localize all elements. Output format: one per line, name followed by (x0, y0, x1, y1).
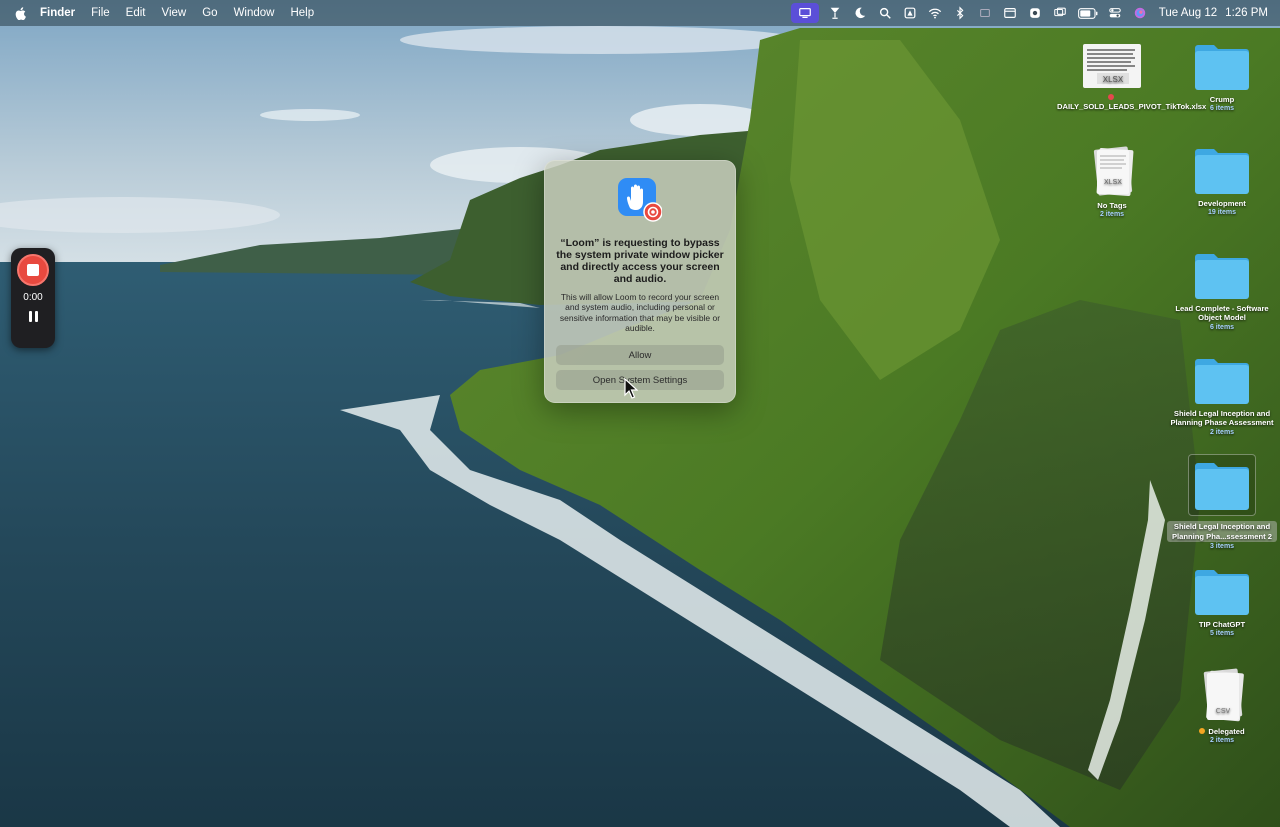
desktop-folder-crump[interactable]: Crump 6 items (1167, 42, 1277, 114)
loom-recording-controls: 0:00 (11, 248, 55, 348)
desktop-file-daily-sold-leads[interactable]: XLSX DAILY_SOLD_LEADS_PIVOT_TikTok.xlsx (1057, 42, 1206, 112)
folder-icon (1195, 570, 1249, 615)
display-icon[interactable] (1048, 0, 1073, 26)
apple-menu-icon[interactable] (0, 6, 40, 21)
svg-text:XLSX: XLSX (1103, 75, 1124, 84)
folder-icon (1195, 254, 1249, 299)
battery-icon[interactable] (1073, 0, 1103, 26)
mouse-cursor-icon (624, 378, 638, 399)
item-count: 2 items (1099, 211, 1125, 219)
desktop-folder-tip-chatgpt[interactable]: TIP ChatGPT 5 items (1167, 567, 1277, 639)
folder-name: Development (1198, 199, 1246, 208)
siri-icon[interactable] (1128, 0, 1153, 26)
menu-help[interactable]: Help (282, 7, 322, 19)
item-count: 6 items (1209, 323, 1235, 331)
menu-go[interactable]: Go (194, 7, 225, 19)
folder-name: TIP ChatGPT (1198, 620, 1246, 629)
item-count: 2 items (1209, 428, 1235, 436)
svg-text:XLSX: XLSX (1104, 179, 1122, 186)
file-stack-icon: XLSX (1093, 146, 1134, 196)
screen-mirroring-icon[interactable] (790, 3, 819, 23)
desktop-stack-delegated[interactable]: CSV Delegated 2 items (1167, 668, 1277, 746)
menu-edit[interactable]: Edit (118, 7, 154, 19)
item-count: 19 items (1207, 209, 1237, 217)
red-tag-icon (1107, 94, 1114, 100)
loom-pause-button[interactable] (28, 311, 38, 322)
folder-name: Crump (1209, 95, 1235, 104)
item-count: 5 items (1209, 630, 1235, 638)
orange-tag-icon (1199, 728, 1206, 734)
dot-icon[interactable] (898, 0, 923, 26)
allow-button[interactable]: Allow (556, 345, 724, 365)
folder-name: Lead Complete - Software Object Model (1175, 304, 1269, 323)
dialog-title: “Loom” is requesting to bypass the syste… (556, 237, 724, 285)
menu-clock[interactable]: Tue Aug 12 1:26 PM (1153, 7, 1280, 19)
moon-icon[interactable] (848, 0, 873, 26)
cocktail-icon[interactable] (823, 0, 848, 26)
stop-icon (27, 264, 39, 276)
folder-icon (1195, 149, 1249, 194)
open-system-settings-button[interactable]: Open System Settings (556, 370, 724, 390)
pause-icon (28, 311, 32, 322)
folder-icon (1195, 359, 1249, 404)
loom-stop-button[interactable] (17, 254, 49, 286)
menu-window[interactable]: Window (226, 7, 283, 19)
folder-name: Shield Legal Inception and Planning Phas… (1170, 409, 1274, 428)
spreadsheet-file-icon: XLSX (1083, 44, 1141, 88)
bluetooth-icon[interactable] (948, 0, 973, 26)
menu-view[interactable]: View (154, 7, 195, 19)
desktop-folder-shield-legal-2[interactable]: Shield Legal Inception and Planning Pha.… (1167, 454, 1277, 551)
clock-time: 1:26 PM (1225, 7, 1268, 19)
wifi-icon[interactable] (923, 0, 948, 26)
menu-app-finder[interactable]: Finder (40, 7, 83, 19)
privacy-hand-icon (618, 178, 662, 222)
desktop-wallpaper (0, 0, 1280, 827)
grid-icon[interactable] (973, 0, 998, 26)
stack-name: No Tags (1097, 201, 1127, 210)
folder-name: Shield Legal Inception and Planning Pha.… (1167, 521, 1277, 542)
search-icon[interactable] (873, 0, 898, 26)
menu-file[interactable]: File (83, 7, 118, 19)
desktop-folder-development[interactable]: Development 19 items (1167, 146, 1277, 218)
stack-name: Delegated (1208, 727, 1245, 736)
file-stack-icon: CSV (1203, 668, 1244, 722)
status-icons (790, 0, 1153, 26)
loom-timer: 0:00 (23, 292, 43, 303)
loom-permission-dialog: “Loom” is requesting to bypass the syste… (544, 160, 736, 403)
svg-text:CSV: CSV (1216, 708, 1231, 715)
desktop-folder-lead-complete[interactable]: Lead Complete - Software Object Model 6 … (1167, 251, 1277, 332)
clock-date: Tue Aug 12 (1158, 7, 1218, 19)
window-icon[interactable] (998, 0, 1023, 26)
dialog-message: This will allow Loom to record your scre… (559, 292, 721, 333)
gear-icon[interactable] (1023, 0, 1048, 26)
item-count: 3 items (1209, 542, 1235, 550)
control-center-icon[interactable] (1103, 0, 1128, 26)
item-count: 2 items (1209, 737, 1235, 745)
folder-icon (1195, 45, 1249, 90)
folder-icon (1195, 463, 1249, 510)
item-count: 6 items (1209, 105, 1235, 113)
desktop-stack-no-tags[interactable]: XLSX No Tags 2 items (1057, 146, 1167, 220)
menu-bar: Finder File Edit View Go Window Help Tue… (0, 0, 1280, 26)
desktop-folder-shield-legal[interactable]: Shield Legal Inception and Planning Phas… (1167, 356, 1277, 437)
